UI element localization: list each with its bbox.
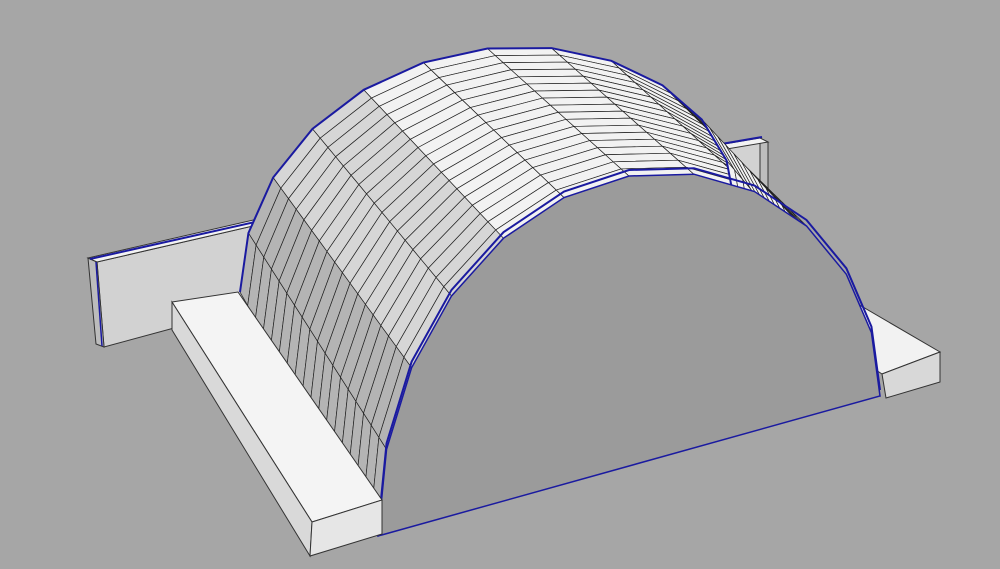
vault-stone (518, 75, 593, 85)
vault-stone (525, 82, 600, 92)
scene-canvas[interactable] (0, 0, 1000, 569)
vault-stone (494, 54, 569, 64)
vault-stone (502, 61, 577, 71)
3d-viewport[interactable] (0, 0, 1000, 569)
vault-stone (533, 89, 608, 99)
vault-stone (510, 68, 585, 78)
